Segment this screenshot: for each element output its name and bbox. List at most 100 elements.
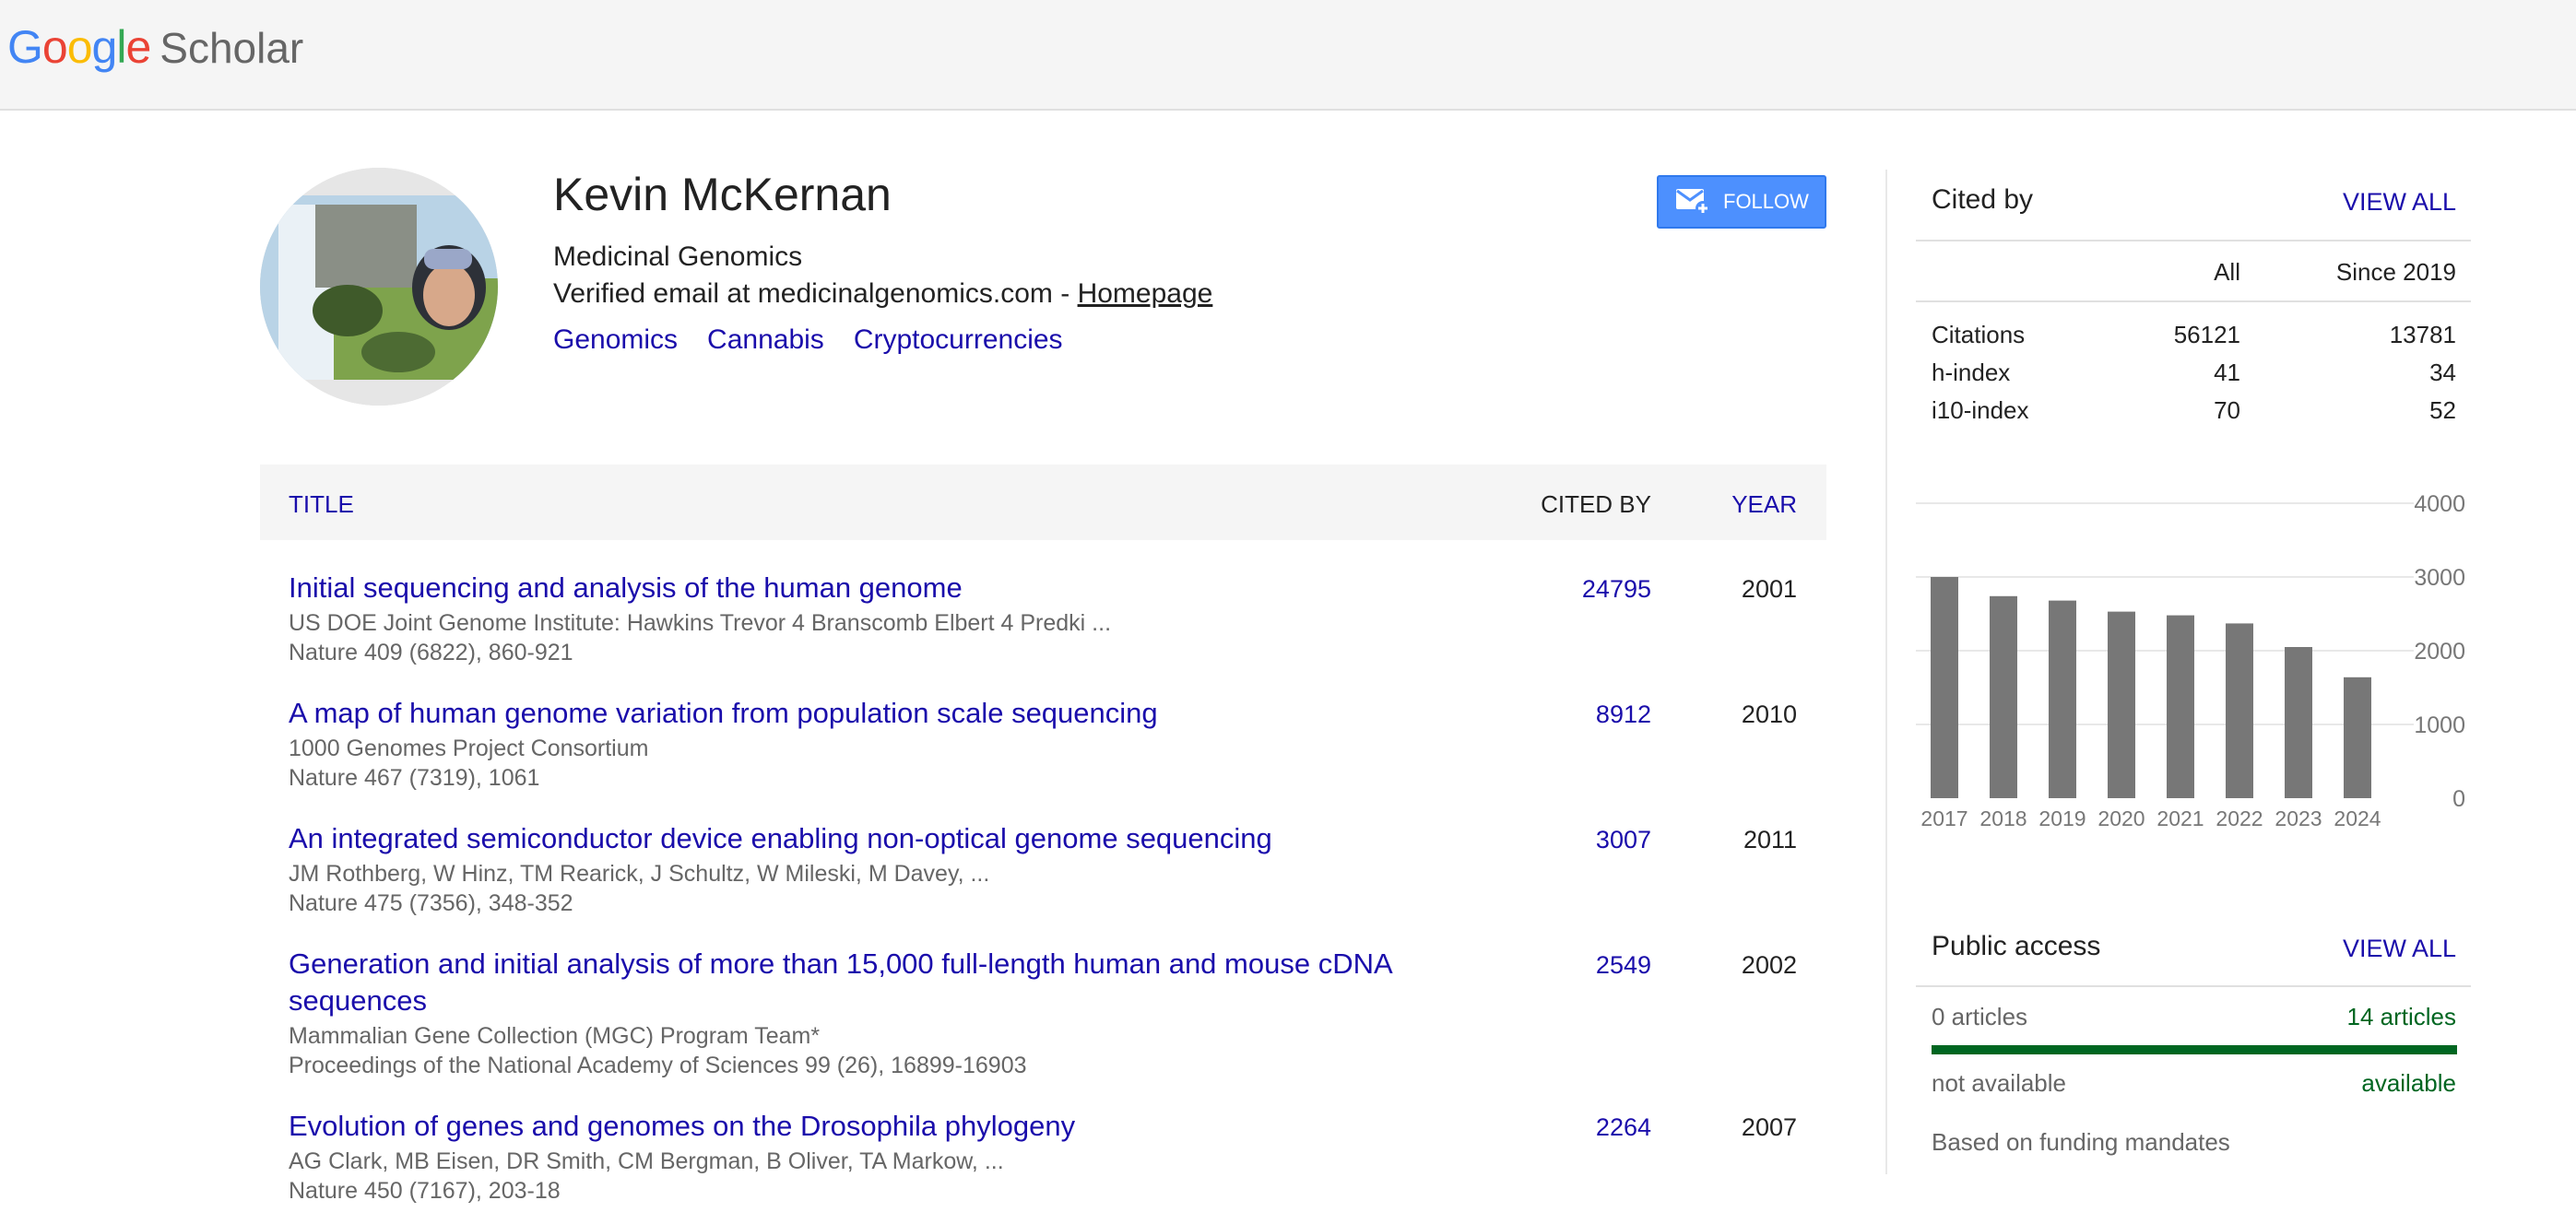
public-access-progress-bar xyxy=(1932,1045,2457,1054)
interest-link-cryptocurrencies[interactable]: Cryptocurrencies xyxy=(854,324,1063,356)
stats-row-h-index: h-index 41 34 xyxy=(1916,359,2471,392)
chart-bar-2017[interactable] xyxy=(1931,577,1958,798)
logo-letter: G xyxy=(7,21,43,73)
article-year: 2002 xyxy=(1741,951,1797,979)
public-access-title: Public access xyxy=(1932,931,2101,961)
chart-bar-2023[interactable] xyxy=(2285,647,2312,798)
cited-by-header: Cited by VIEW ALL xyxy=(1916,184,2471,225)
articles-table-header: TITLE CITED BY YEAR xyxy=(260,465,1826,540)
chart-x-tick-label: 2018 xyxy=(1979,806,2027,830)
chart-bar-2021[interactable] xyxy=(2167,615,2194,798)
stat-since: 52 xyxy=(2429,396,2456,424)
chart-y-tick-label: 4000 xyxy=(2414,491,2465,517)
public-access-divider xyxy=(1916,985,2471,987)
cited-by-divider xyxy=(1916,240,2471,241)
cited-by-title: Cited by xyxy=(1932,184,2034,215)
article-title-link[interactable]: A map of human genome variation from pop… xyxy=(289,695,1506,732)
profile-email: Verified email at medicinalgenomics.com … xyxy=(553,278,1212,310)
stat-all: 41 xyxy=(2214,359,2240,386)
article-year: 2007 xyxy=(1741,1113,1797,1141)
chart-x-tick-label: 2021 xyxy=(2157,806,2204,830)
research-interests: Genomics Cannabis Cryptocurrencies xyxy=(553,324,1063,356)
stat-all: 70 xyxy=(2214,396,2240,424)
article-venue: Proceedings of the National Academy of S… xyxy=(289,1053,1027,1078)
cited-by-link[interactable]: 3007 xyxy=(1596,826,1651,854)
stats-row-i10-index: i10-index 70 52 xyxy=(1916,396,2471,430)
chart-bar-2024[interactable] xyxy=(2344,677,2371,798)
sort-by-year[interactable]: YEAR xyxy=(1731,490,1797,519)
article-title-link[interactable]: An integrated semiconductor device enabl… xyxy=(289,820,1506,857)
not-available-label: not available xyxy=(1932,1069,2066,1097)
public-access-header: Public access VIEW ALL xyxy=(1916,931,2471,971)
stats-header-divider xyxy=(1916,300,2471,302)
logo-letter: l xyxy=(116,21,126,73)
logo-letter: o xyxy=(41,21,68,73)
chart-x-tick-label: 2017 xyxy=(1920,806,1967,830)
stat-label: Citations xyxy=(1932,321,2026,348)
stats-header-row: All Since 2019 xyxy=(1916,256,2471,293)
article-authors: US DOE Joint Genome Institute: Hawkins T… xyxy=(289,610,1112,636)
logo-letter: o xyxy=(66,21,93,73)
article-year: 2010 xyxy=(1741,700,1797,728)
article-venue: Nature 467 (7319), 1061 xyxy=(289,765,540,791)
top-bar: Google Scholar xyxy=(0,0,2576,111)
sort-by-title[interactable]: TITLE xyxy=(289,490,354,519)
chart-bar-2020[interactable] xyxy=(2108,611,2135,798)
chart-x-tick-label: 2019 xyxy=(2038,806,2086,830)
profile-name: Kevin McKernan xyxy=(553,169,892,220)
chart-y-tick-label: 1000 xyxy=(2414,712,2465,738)
available-count: 14 articles xyxy=(2346,1003,2457,1030)
article-venue: Nature 450 (7167), 203-18 xyxy=(289,1178,561,1204)
public-access-view-all-link[interactable]: VIEW ALL xyxy=(2343,935,2456,963)
stat-label: h-index xyxy=(1932,359,2011,386)
chart-y-tick-label: 3000 xyxy=(2414,565,2465,591)
article-year: 2001 xyxy=(1741,575,1797,603)
cited-by-link[interactable]: 8912 xyxy=(1596,700,1651,729)
chart-bar-2022[interactable] xyxy=(2226,623,2253,798)
interest-link-genomics[interactable]: Genomics xyxy=(553,324,678,356)
article-venue: Nature 475 (7356), 348-352 xyxy=(289,890,573,916)
profile-avatar xyxy=(260,168,498,406)
chart-bar-2018[interactable] xyxy=(1990,595,2017,798)
chart-bar-2019[interactable] xyxy=(2049,600,2076,798)
article-title-link[interactable]: Initial sequencing and analysis of the h… xyxy=(289,570,1506,606)
citations-per-year-chart: 0 1000 2000 3000 4000 2017 2018 2019 2020 2021 202… xyxy=(1916,488,2471,830)
stat-all: 56121 xyxy=(2173,321,2240,348)
homepage-link[interactable]: Homepage xyxy=(1078,278,1213,309)
cited-by-link[interactable]: 2264 xyxy=(1596,1113,1651,1142)
interest-link-cannabis[interactable]: Cannabis xyxy=(707,324,824,356)
chart-x-tick-label: 2022 xyxy=(2216,806,2263,830)
stat-since: 34 xyxy=(2429,359,2456,386)
article-authors: Mammalian Gene Collection (MGC) Program … xyxy=(289,1023,821,1049)
chart-x-tick-label: 2023 xyxy=(2275,806,2322,830)
follow-button[interactable]: FOLLOW xyxy=(1657,175,1826,229)
cited-by-link[interactable]: 2549 xyxy=(1596,951,1651,980)
not-available-count: 0 articles xyxy=(1932,1003,2028,1030)
public-access-counts[interactable]: 0 articles 14 articles xyxy=(1916,1003,2471,1036)
chart-x-tick-label: 2024 xyxy=(2334,806,2381,830)
cited-by-view-all-link[interactable]: VIEW ALL xyxy=(2343,188,2456,217)
cited-by-link[interactable]: 24795 xyxy=(1582,575,1651,604)
article-title-link[interactable]: Generation and initial analysis of more … xyxy=(289,946,1506,1019)
avatar-photo xyxy=(260,168,498,406)
google-wordmark: Google xyxy=(7,20,151,74)
stats-col-all: All xyxy=(2214,258,2240,286)
mail-plus-icon xyxy=(1675,188,1710,216)
sidebar-divider xyxy=(1885,170,1887,1174)
citations-chart-svg: 0 1000 2000 3000 4000 2017 2018 2019 2020 2021 202… xyxy=(1916,491,2465,830)
stat-label: i10-index xyxy=(1932,396,2029,424)
verified-email-text: Verified email at medicinalgenomics.com … xyxy=(553,278,1078,309)
public-access-labels: not available available xyxy=(1916,1069,2471,1102)
stats-row-citations: Citations 56121 13781 xyxy=(1916,321,2471,354)
sort-by-cited[interactable]: CITED BY xyxy=(1541,490,1651,519)
stats-col-since: Since 2019 xyxy=(2335,258,2456,286)
funding-mandates-note-wrap: Based on funding mandates xyxy=(1916,1128,2471,1161)
logo-letter: g xyxy=(91,21,118,73)
chart-x-tick-label: 2020 xyxy=(2097,806,2145,830)
google-scholar-logo[interactable]: Google Scholar xyxy=(7,20,303,79)
logo-letter: e xyxy=(125,21,151,73)
article-venue: Nature 409 (6822), 860-921 xyxy=(289,640,573,665)
chart-y-tick-label: 2000 xyxy=(2414,639,2465,665)
article-title-link[interactable]: Evolution of genes and genomes on the Dr… xyxy=(289,1108,1506,1145)
scholar-wordmark: Scholar xyxy=(160,24,304,72)
